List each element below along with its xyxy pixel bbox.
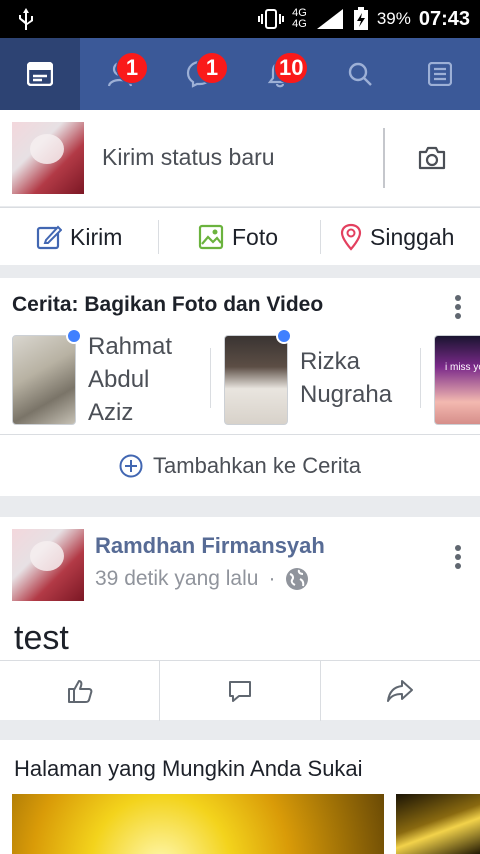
- tab-search[interactable]: [320, 38, 400, 110]
- story-name-line: Nugraha: [300, 381, 393, 408]
- friend-requests-badge: 1: [116, 52, 148, 84]
- comment-icon: [229, 681, 251, 702]
- network-label-secondary: 4G: [292, 18, 307, 30]
- story-name-line: Abdul: [88, 366, 150, 393]
- camera-icon[interactable]: [418, 146, 446, 170]
- tab-news-feed[interactable]: [0, 38, 80, 110]
- share-icon: [387, 680, 413, 702]
- clock: 07:43: [418, 7, 470, 30]
- post-text: test: [14, 619, 69, 657]
- status-input[interactable]: Kirim status baru: [102, 144, 275, 171]
- status-bar: 4G 4G 39% 07:43: [0, 0, 480, 38]
- share-button[interactable]: [320, 661, 480, 721]
- location-pin-icon: [340, 223, 362, 251]
- story-name-line: Rahmat: [88, 333, 173, 360]
- like-button[interactable]: [0, 661, 160, 721]
- story-divider: [420, 348, 421, 408]
- story-thumb-caption: i miss yo: [445, 362, 480, 373]
- post-options-icon[interactable]: [455, 545, 461, 572]
- story-name-line: Aziz: [88, 399, 134, 426]
- globe-icon: [286, 568, 309, 590]
- top-nav-bar: 1 1 10: [0, 38, 480, 110]
- action-divider: [320, 220, 321, 254]
- comment-button[interactable]: [160, 661, 320, 721]
- post-label: Kirim: [70, 223, 123, 250]
- stories-more-icon[interactable]: [455, 295, 461, 322]
- network-type: 4G 4G: [292, 8, 307, 30]
- signal-icon: [316, 9, 343, 29]
- composer-divider: [383, 128, 385, 188]
- post-button[interactable]: Kirim: [36, 208, 122, 266]
- like-icon: [68, 680, 93, 703]
- avatar[interactable]: [12, 122, 84, 194]
- story-unread-dot: [66, 328, 82, 344]
- feed-post: Ramdhan Firmansyah 39 detik yang lalu · …: [0, 517, 480, 721]
- plus-circle-icon: [119, 454, 143, 477]
- suggested-pages-card: Halaman yang Mungkin Anda Sukai: [0, 740, 480, 854]
- action-divider: [158, 220, 159, 254]
- post-actions-bar: [0, 660, 480, 721]
- story-thumbnail[interactable]: [12, 335, 76, 425]
- battery-charging-icon: [353, 7, 368, 30]
- photo-button[interactable]: Foto: [198, 208, 278, 266]
- stories-card: Cerita: Bagikan Foto dan Video Rahmat Ab…: [0, 278, 480, 496]
- story-author-name[interactable]: Rizka Nugraha: [300, 345, 392, 411]
- post-timestamp[interactable]: 39 detik yang lalu: [95, 567, 258, 591]
- news-feed-icon: [27, 62, 53, 86]
- notifications-badge: 10: [274, 52, 309, 84]
- status-composer: Kirim status baru: [0, 110, 480, 206]
- meta-separator: ·: [268, 567, 276, 590]
- post-author-name[interactable]: Ramdhan Firmansyah: [95, 533, 325, 559]
- stories-title: Cerita: Bagikan Foto dan Video: [12, 293, 324, 316]
- story-thumbnail[interactable]: i miss yo: [434, 335, 480, 425]
- messages-badge: 1: [196, 52, 228, 84]
- search-icon: [348, 62, 372, 86]
- edit-icon: [36, 225, 62, 250]
- suggested-page-image[interactable]: [396, 794, 480, 854]
- story-divider: [210, 348, 211, 408]
- story-name-line: Rizka: [300, 348, 361, 375]
- battery-percent: 39%: [376, 9, 411, 28]
- photo-label: Foto: [232, 223, 279, 250]
- photo-icon: [198, 224, 224, 250]
- tab-menu[interactable]: [400, 38, 480, 110]
- vibrate-icon: [258, 9, 285, 29]
- usb-icon: [19, 8, 33, 30]
- post-author-avatar[interactable]: [12, 529, 84, 601]
- composer-actions: Kirim Foto Singgah: [0, 207, 480, 265]
- suggested-pages-title: Halaman yang Mungkin Anda Sukai: [14, 756, 363, 781]
- story-thumbnail[interactable]: [224, 335, 288, 425]
- post-meta: 39 detik yang lalu ·: [95, 567, 309, 591]
- menu-list-icon: [428, 62, 452, 86]
- suggested-page-image[interactable]: [12, 794, 384, 854]
- checkin-button[interactable]: Singgah: [340, 208, 454, 266]
- add-to-story-label: Tambahkan ke Cerita: [153, 452, 361, 478]
- story-unread-dot: [276, 328, 292, 344]
- add-to-story-button[interactable]: Tambahkan ke Cerita: [0, 434, 480, 496]
- story-author-name[interactable]: Rahmat Abdul Aziz: [88, 330, 172, 429]
- checkin-label: Singgah: [370, 223, 455, 250]
